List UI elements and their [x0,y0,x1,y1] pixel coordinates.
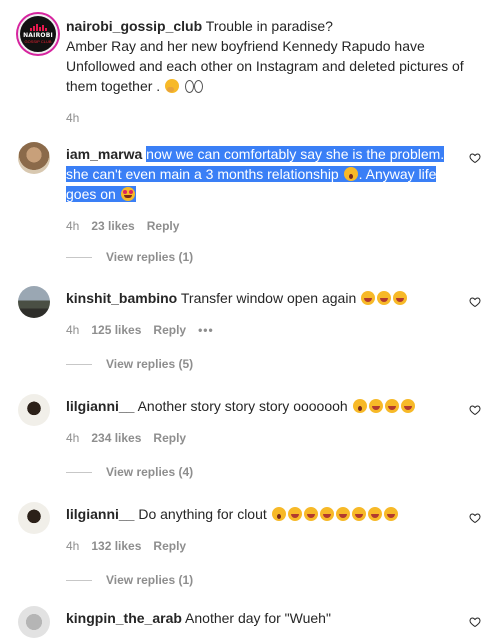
heart-icon[interactable] [469,296,481,308]
divider-line [66,363,92,365]
avatar[interactable] [18,502,50,534]
heart-icon[interactable] [469,152,481,164]
view-replies-button[interactable]: View replies (4) [66,465,193,479]
avatar[interactable] [18,142,50,174]
view-replies-label: View replies (5) [106,357,194,371]
comment-body: lilgianni__ Do anything for clout 4h 132… [66,504,451,556]
logo-subtext: GOSSIP CLUB [24,39,52,44]
comment-meta: 4h 234 likes Reply [66,428,451,448]
emoji-laugh-icon [351,507,366,521]
emoji-laugh-icon [361,291,376,305]
comment-body: kingpin_the_arab Another day for "Wueh" [66,608,451,628]
view-replies-label: View replies (4) [106,465,194,479]
avatar[interactable] [18,394,50,426]
comment-username[interactable]: lilgianni__ [66,398,134,414]
comment-meta: 4h 132 likes Reply [66,536,451,556]
emoji-laugh-icon [368,399,383,413]
emoji-laugh-icon [335,507,350,521]
more-options-icon[interactable]: ••• [198,320,214,340]
reply-button[interactable]: Reply [153,536,186,556]
emoji-laugh-icon [319,507,334,521]
reply-button[interactable]: Reply [153,428,186,448]
comment-body: kinshit_bambino Transfer window open aga… [66,288,451,340]
emoji-laugh-icon [393,291,408,305]
comment-time: 4h [66,539,80,553]
emoji-laugh-icon [384,399,399,413]
likes-count[interactable]: 23 likes [91,216,134,236]
view-replies-label: View replies (1) [106,250,194,264]
emoji-laugh-icon [303,507,318,521]
comment-username[interactable]: kingpin_the_arab [66,610,182,626]
divider-line [66,256,92,258]
logo-text: NAIROBI [23,32,53,39]
heart-icon[interactable] [469,616,481,628]
emoji-laugh-icon [400,399,415,413]
comment-meta: 4h 125 likes Reply ••• [66,320,451,340]
caption-line1: Trouble in paradise? [205,18,333,34]
emoji-laugh-icon [383,507,398,521]
comment-body: lilgianni__ Another story story story oo… [66,396,451,448]
comment-username[interactable]: iam_marwa [66,146,142,162]
view-replies-button[interactable]: View replies (5) [66,357,193,371]
post-meta: 4h [66,108,481,128]
likes-count[interactable]: 125 likes [91,320,141,340]
avatar[interactable] [18,286,50,318]
comment-time: 4h [66,219,80,233]
view-replies-button[interactable]: View replies (1) [66,250,193,264]
reply-button[interactable]: Reply [147,216,180,236]
comment-username[interactable]: kinshit_bambino [66,290,177,306]
comment-meta: 4h 23 likes Reply [66,216,451,236]
comment-text: Transfer window open again [180,290,357,306]
avatar[interactable]: NAIROBI GOSSIP CLUB [18,14,58,54]
post-time: 4h [66,111,80,125]
emoji-wow-icon [352,399,367,413]
heart-icon[interactable] [469,404,481,416]
view-replies-label: View replies (1) [106,573,194,587]
divider-line [66,471,92,473]
comment-text: Another day for "Wueh" [185,610,331,626]
reply-button[interactable]: Reply [153,320,186,340]
logo-bars-icon [29,24,47,31]
heart-icon[interactable] [469,512,481,524]
emoji-heart-eyes-icon [120,187,135,201]
emoji-wow-icon [271,507,286,521]
emoji-eyes-icon [184,79,203,93]
emoji-laugh-icon [287,507,302,521]
comment-username[interactable]: lilgianni__ [66,506,134,522]
caption-line2: Amber Ray and her new boyfriend Kennedy … [66,38,464,94]
emoji-laugh-icon [367,507,382,521]
comment-text: Do anything for clout [138,506,267,522]
view-replies-button[interactable]: View replies (1) [66,573,193,587]
comment-time: 4h [66,323,80,337]
comment-body: iam_marwa now we can comfortably say she… [66,144,451,236]
avatar[interactable] [18,606,50,638]
comment-text: Another story story story ooooooh [137,398,348,414]
comment-time: 4h [66,431,80,445]
divider-line [66,579,92,581]
emoji-think-icon [165,79,180,93]
likes-count[interactable]: 132 likes [91,536,141,556]
caption: nairobi_gossip_club Trouble in paradise?… [66,16,481,128]
emoji-laugh-icon [377,291,392,305]
likes-count[interactable]: 234 likes [91,428,141,448]
emoji-wow-icon [343,167,358,181]
post-username[interactable]: nairobi_gossip_club [66,18,202,34]
